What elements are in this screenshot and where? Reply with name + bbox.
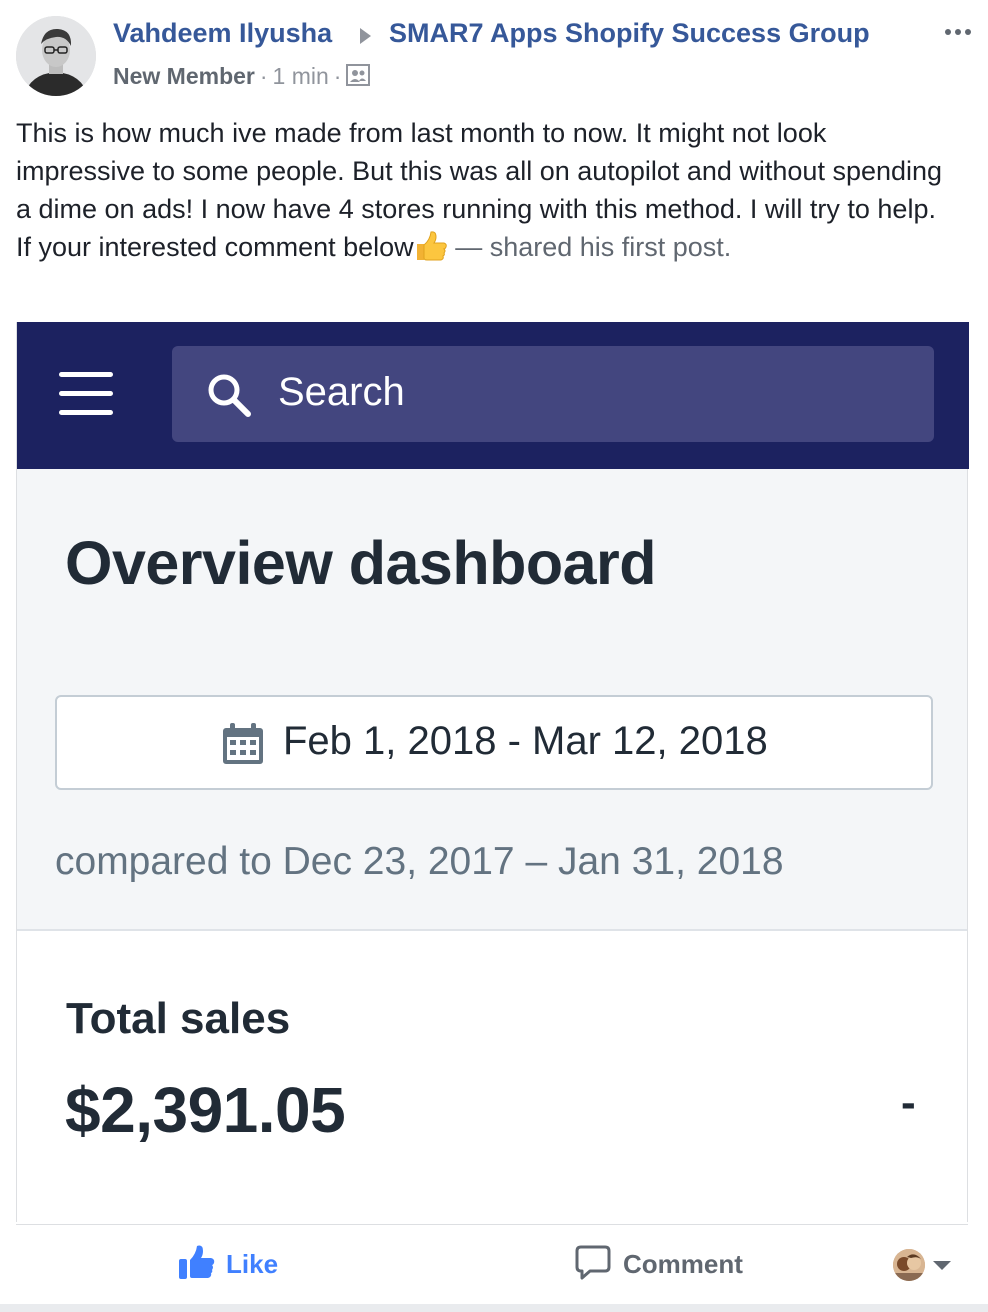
thumbs-up-emoji-icon: [414, 230, 448, 272]
change-indicator: -: [901, 1078, 916, 1127]
feed-background: [0, 1304, 988, 1312]
dashboard-screenshot[interactable]: Search Overview dashboard Feb 1, 2018 - …: [16, 322, 969, 1222]
author-name-link[interactable]: Vahdeem Ilyusha: [113, 18, 332, 49]
author-avatar[interactable]: [16, 16, 96, 96]
chevron-down-icon: [933, 1260, 951, 1270]
shared-first-post-note: — shared his first post.: [455, 232, 732, 262]
meta-separator: ·: [259, 62, 268, 89]
shopify-top-bar: Search: [17, 322, 969, 469]
like-label: Like: [226, 1248, 279, 1279]
members-only-group-icon[interactable]: [346, 64, 371, 88]
dashboard-title: Overview dashboard: [65, 529, 657, 597]
post-timestamp[interactable]: 1 min: [273, 63, 329, 90]
total-sales-value: $2,391.05: [65, 1074, 346, 1146]
date-range-button: Feb 1, 2018 - Mar 12, 2018: [55, 695, 933, 790]
search-placeholder: Search: [278, 370, 405, 414]
comment-bubble-icon: [575, 1244, 611, 1285]
comment-label: Comment: [623, 1248, 743, 1279]
search-bar: Search: [172, 346, 934, 442]
shared-to-arrow-icon: [360, 28, 371, 44]
calendar-icon: [221, 722, 265, 766]
post-body-text: This is how much ive made from last mont…: [16, 114, 956, 272]
search-icon: [205, 371, 253, 419]
viewer-avatar: [893, 1249, 925, 1281]
like-button[interactable]: Like: [178, 1244, 278, 1284]
comment-button[interactable]: Comment: [575, 1244, 743, 1284]
meta-separator: ·: [333, 62, 342, 89]
member-badge[interactable]: New Member: [113, 63, 255, 90]
date-range-label: Feb 1, 2018 - Mar 12, 2018: [283, 719, 768, 763]
comparison-period: compared to Dec 23, 2017 – Jan 31, 2018: [55, 840, 784, 883]
total-sales-card: Total sales $2,391.05 -: [17, 929, 967, 1222]
action-divider: [16, 1224, 968, 1225]
more-options-icon[interactable]: [940, 14, 976, 42]
card-title: Total sales: [66, 994, 291, 1043]
group-name-link[interactable]: SMAR7 Apps Shopify Success Group: [389, 18, 870, 49]
menu-icon: [59, 372, 113, 416]
like-thumb-icon: [178, 1243, 216, 1286]
post-meta: New Member · 1 min ·: [113, 60, 371, 92]
post-as-selector[interactable]: [893, 1248, 951, 1282]
